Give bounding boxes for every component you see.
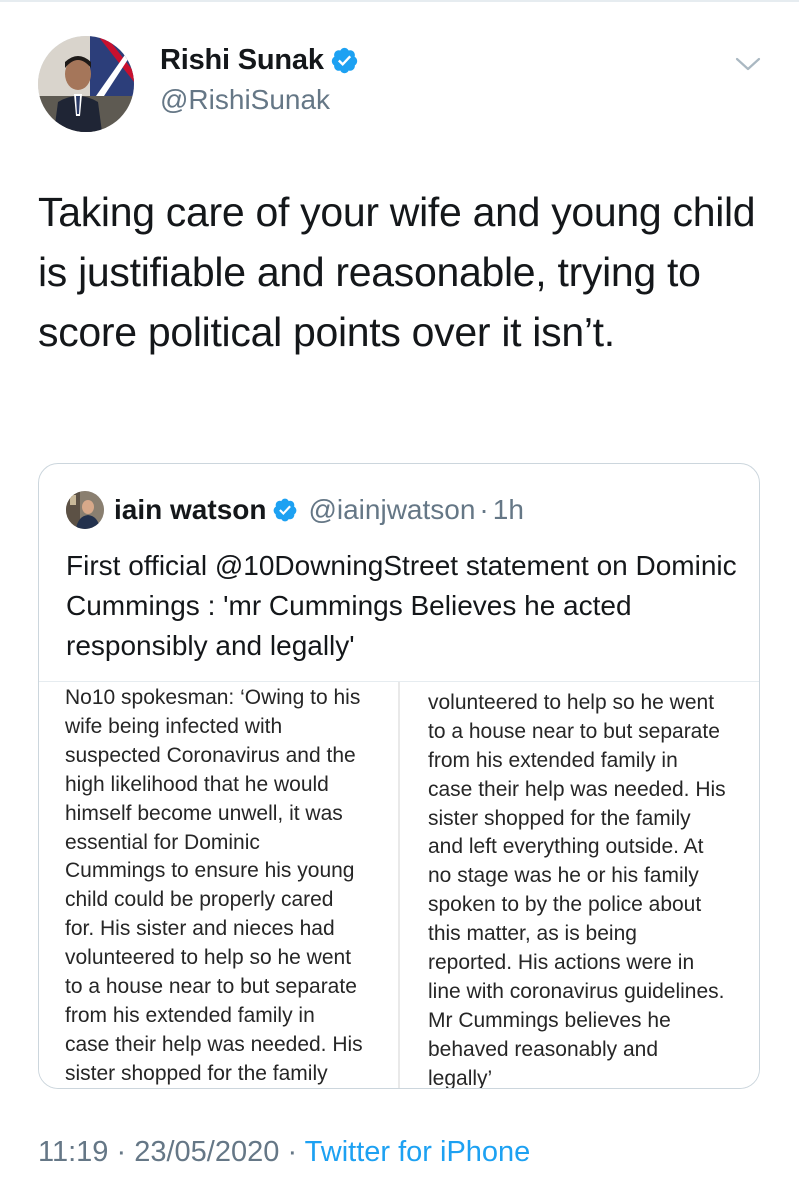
tweet-date: 23/05/2020 bbox=[134, 1136, 280, 1168]
statement-left-text: No10 spokesman: ‘Owing to his wife being … bbox=[65, 684, 401, 1088]
author-handle[interactable]: @RishiSunak bbox=[160, 84, 330, 116]
footer-separator: · bbox=[116, 1136, 127, 1168]
statement-line: to a house near to but separate bbox=[428, 719, 720, 743]
statement-line: sister shopped for the family bbox=[428, 806, 691, 830]
quoted-tweet-card[interactable]: iain watson @iainjwatson · 1h First offi… bbox=[38, 463, 760, 1089]
statement-line: sister shopped for the family bbox=[65, 1061, 328, 1085]
statement-right-column: for. His sister and nieces hadvolunteere… bbox=[428, 682, 759, 1089]
chevron-down-icon[interactable] bbox=[730, 46, 766, 82]
statement-line: volunteered to help so he went bbox=[65, 946, 352, 970]
statement-line: volunteered to help so he went bbox=[428, 690, 715, 714]
quoted-author-avatar bbox=[66, 491, 104, 529]
verified-badge-icon bbox=[331, 47, 357, 74]
statement-line: suspected Coronavirus and the bbox=[65, 743, 356, 767]
statement-line: Cummings to ensure his young bbox=[65, 859, 355, 883]
statement-line: for. His sister and nieces had bbox=[428, 682, 759, 689]
tweet-header: Rishi Sunak @RishiSunak bbox=[38, 36, 768, 136]
statement-line: himself become unwell, it was bbox=[65, 801, 343, 825]
verified-badge-icon bbox=[274, 498, 297, 522]
statement-right-text: for. His sister and nieces hadvolunteere… bbox=[428, 682, 759, 1089]
tweet-text: Taking care of your wife and young child… bbox=[38, 189, 756, 355]
tweet-source-link[interactable]: Twitter for iPhone bbox=[305, 1136, 531, 1168]
statement-line: from his extended family in bbox=[65, 1003, 315, 1027]
quoted-tweet-header: iain watson @iainjwatson · 1h bbox=[66, 490, 524, 530]
statement-line: legally’ bbox=[428, 1066, 493, 1089]
statement-line: behaved reasonably and bbox=[428, 1037, 659, 1061]
statement-line: essential for Dominic bbox=[65, 830, 260, 854]
statement-line: case their help was needed. His bbox=[65, 1032, 363, 1056]
statement-line: line with coronavirus guidelines. bbox=[428, 979, 725, 1003]
statement-line: and left everything outside. At bbox=[428, 835, 704, 859]
statement-line: from his extended family in bbox=[428, 748, 678, 772]
quoted-tweet-text: First official @10DowningStreet statemen… bbox=[66, 550, 737, 661]
statement-line: high likelihood that he would bbox=[65, 772, 329, 796]
statement-line: this matter, as is being bbox=[428, 922, 637, 946]
statement-left-column: No10 spokesman: ‘Owing to his wife being … bbox=[65, 682, 401, 1088]
statement-line: wife being infected with bbox=[65, 714, 283, 738]
author-name[interactable]: Rishi Sunak bbox=[160, 44, 324, 77]
statement-line: spoken to by the police about bbox=[428, 893, 702, 917]
quoted-media-image[interactable]: No10 spokesman: ‘Owing to his wife being … bbox=[39, 681, 759, 1089]
statement-line: no stage was he or his family bbox=[428, 864, 699, 888]
statement-line: to a house near to but separate bbox=[65, 975, 357, 999]
statement-line: reported. His actions were in bbox=[428, 951, 695, 975]
author-name-row: Rishi Sunak bbox=[160, 44, 359, 77]
quoted-timestamp: 1h bbox=[492, 494, 524, 525]
tweet-time: 11:19 bbox=[38, 1136, 109, 1168]
column-divider bbox=[398, 682, 400, 1088]
footer-separator: · bbox=[287, 1136, 298, 1168]
statement-line: for. His sister and nieces had bbox=[65, 917, 335, 941]
tweet-footer: 11:19 · 23/05/2020 · Twitter for iPhone bbox=[38, 1136, 530, 1169]
quoted-separator: · bbox=[479, 494, 489, 525]
statement-line: case their help was needed. His bbox=[428, 777, 726, 801]
top-divider bbox=[0, 0, 799, 2]
author-avatar[interactable] bbox=[38, 36, 134, 132]
statement-line: No10 spokesman: ‘Owing to his bbox=[65, 686, 361, 709]
quoted-author-name: iain watson bbox=[114, 494, 267, 525]
statement-line: Mr Cummings believes he bbox=[428, 1008, 671, 1032]
statement-line: child could be properly cared bbox=[65, 888, 334, 912]
quoted-author-handle: @iainjwatson bbox=[308, 494, 476, 525]
